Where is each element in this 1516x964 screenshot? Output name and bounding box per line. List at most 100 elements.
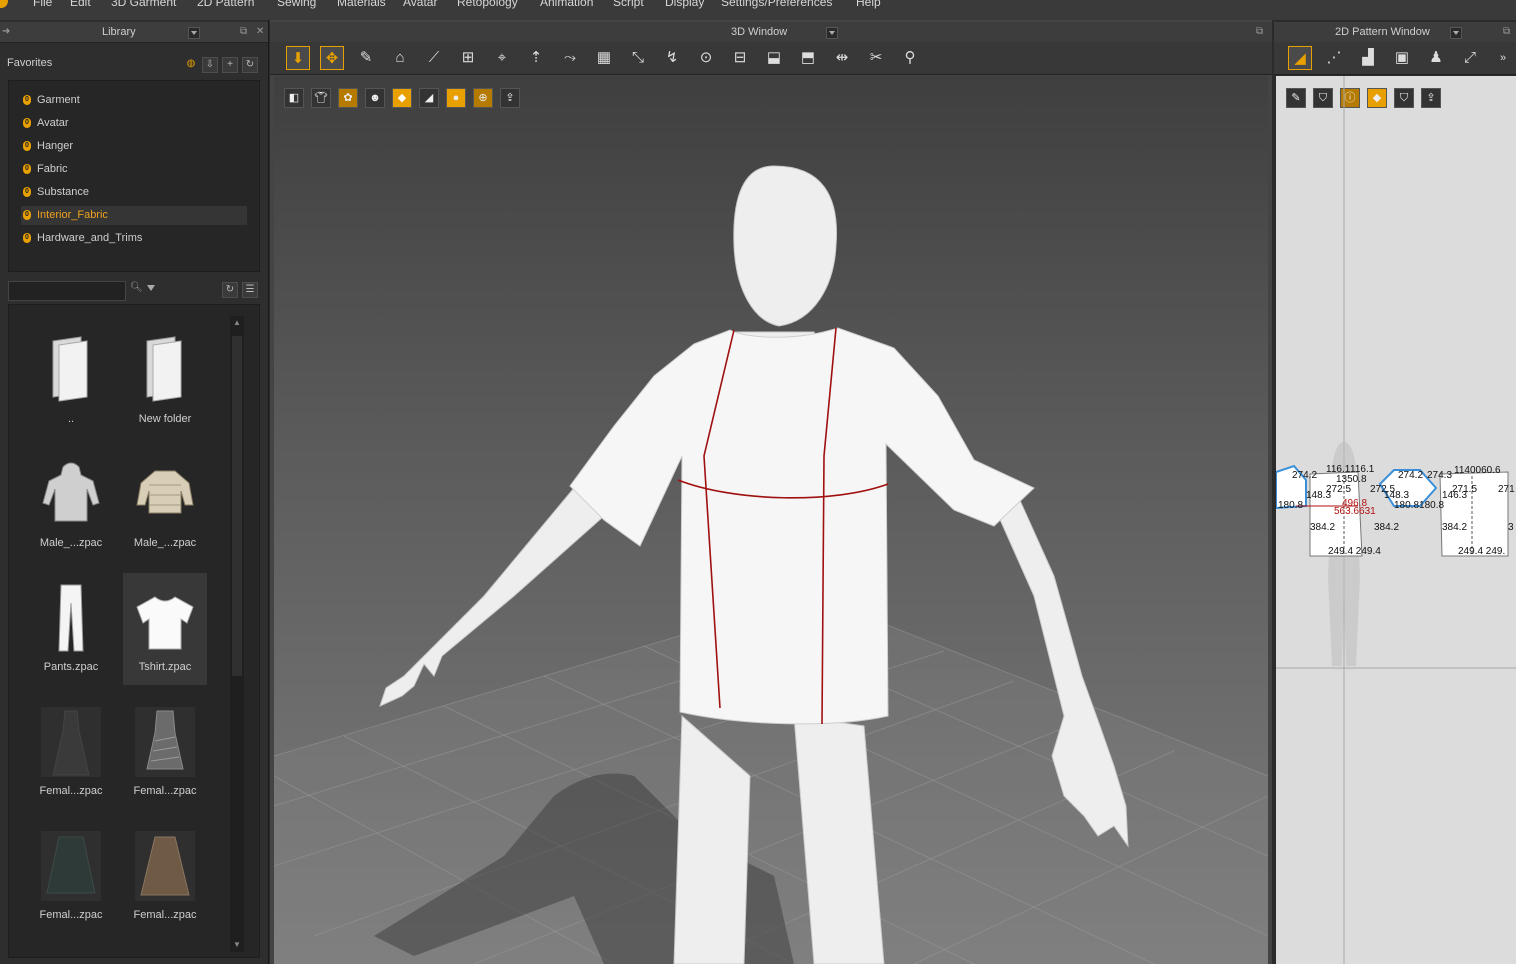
refresh-icon[interactable]: ↻ xyxy=(222,282,238,298)
tool-2d-shrink-icon[interactable]: ⤢ xyxy=(1458,46,1482,70)
tshirt-icon xyxy=(136,596,194,650)
measurement-label: 146.3 xyxy=(1442,490,1468,501)
favorite-item-interior-fabric[interactable]: 0 Interior_Fabric xyxy=(21,206,247,225)
add-icon[interactable]: + xyxy=(222,57,238,73)
library-item-parent-folder[interactable]: .. xyxy=(29,325,113,437)
tool-cut-icon[interactable]: ✂ xyxy=(864,46,888,70)
library-item-caption: Femal...zpac xyxy=(39,785,103,797)
menu-settings-preferences[interactable]: Settings/Preferences xyxy=(721,0,832,9)
favorite-item-fabric[interactable]: 0 Fabric xyxy=(21,160,247,179)
tool-select-move-icon[interactable]: ⬇ xyxy=(286,46,310,70)
measurement-label: 274.2 xyxy=(1398,470,1424,481)
refresh-icon[interactable]: ↻ xyxy=(242,57,258,73)
tool-punch-icon[interactable]: ↯ xyxy=(660,46,684,70)
menu-help[interactable]: Help xyxy=(856,0,881,9)
scroll-down-icon[interactable]: ▼ xyxy=(232,940,242,950)
search-dropdown-icon[interactable] xyxy=(147,285,155,291)
menu-3d-garment[interactable]: 3D Garment xyxy=(111,0,176,9)
tool-tack-icon[interactable]: ⇡ xyxy=(524,46,548,70)
expand-icon[interactable]: » xyxy=(1496,46,1510,70)
menu-script[interactable]: Script xyxy=(613,0,644,9)
menu-bar: File Edit 3D Garment 2D Pattern Sewing M… xyxy=(0,0,1516,20)
tool-measure-icon[interactable]: ⊟ xyxy=(728,46,752,70)
tool-2d-trace-icon[interactable]: ♟ xyxy=(1424,46,1448,70)
favorite-toggle-icon[interactable]: ◍ xyxy=(184,57,198,71)
3d-window-dropdown[interactable] xyxy=(826,27,838,39)
measurement-label: 180.8180.8 xyxy=(1394,500,1445,511)
library-dropdown[interactable] xyxy=(188,27,200,39)
tool-fit-icon[interactable]: ⚲ xyxy=(898,46,922,70)
menu-edit[interactable]: Edit xyxy=(70,0,91,9)
2d-toolbar: ◢ ⋰ ▟ ▣ ♟ ⤢ » xyxy=(1274,42,1516,75)
favorite-item-avatar[interactable]: 0 Avatar xyxy=(21,114,247,133)
favorite-icon: 0 xyxy=(23,141,31,151)
tool-fold-icon[interactable]: ⊞ xyxy=(456,46,480,70)
list-view-icon[interactable]: ☰ xyxy=(242,282,258,298)
tool-button-icon[interactable]: ⬒ xyxy=(796,46,820,70)
menu-sewing[interactable]: Sewing xyxy=(277,0,316,9)
library-item-female-skirt-dark[interactable]: Femal...zpac xyxy=(29,821,113,933)
library-item-male-hoodie[interactable]: Male_...zpac xyxy=(29,449,113,561)
library-item-caption: Male_...zpac xyxy=(133,537,197,549)
menu-animation[interactable]: Animation xyxy=(540,0,593,9)
undock-icon[interactable]: ⧉ xyxy=(240,26,247,37)
library-item-tshirt[interactable]: Tshirt.zpac xyxy=(123,573,207,685)
tool-simulate-icon[interactable]: ⌂ xyxy=(388,46,412,70)
favorite-icon: 0 xyxy=(23,164,31,174)
2d-pattern-canvas[interactable]: ✎ ⛉ ⓘ ◆ ⛉ ⇪ 274.2 116.1 116.1 1350.8 274… xyxy=(1276,76,1516,964)
3d-toolbar: ⬇ ✥ ✎ ⌂ ⟋ ⊞ ⌖ ⇡ ⤳ ▦ ⤡ ↯ ⊙ ⊟ ⬓ ⬒ ⇹ ✂ ⚲ xyxy=(270,42,1272,75)
tool-gather-icon[interactable]: ⊙ xyxy=(694,46,718,70)
2d-window-header: 2D Pattern Window ⧉ xyxy=(1274,22,1516,43)
library-item-female-skirt-brown[interactable]: Femal...zpac xyxy=(123,821,207,933)
favorite-item-substance[interactable]: 0 Substance xyxy=(21,183,247,202)
scroll-thumb[interactable] xyxy=(232,336,242,676)
measurement-label: 384.2 xyxy=(1442,522,1468,533)
tool-2d-edit-pattern-icon[interactable]: ▟ xyxy=(1356,46,1380,70)
tool-2d-transform-icon[interactable]: ⋰ xyxy=(1322,46,1346,70)
tool-zipper-icon[interactable]: ⇹ xyxy=(830,46,854,70)
library-search-input[interactable] xyxy=(8,281,126,301)
undock-icon[interactable]: ⧉ xyxy=(1256,26,1263,37)
library-item-female-dress-pattern[interactable]: Femal...zpac xyxy=(123,697,207,809)
menu-display[interactable]: Display xyxy=(665,0,704,9)
2d-window-dropdown[interactable] xyxy=(1450,27,1462,39)
menu-avatar[interactable]: Avatar xyxy=(403,0,437,9)
app-logo-icon xyxy=(0,0,8,8)
menu-retopology[interactable]: Retopology xyxy=(457,0,518,9)
search-icon[interactable]: 🔍︎ xyxy=(130,282,143,293)
library-item-male-jacket[interactable]: Male_...zpac xyxy=(123,449,207,561)
folder-icon xyxy=(146,336,182,402)
library-item-new-folder[interactable]: New folder xyxy=(123,325,207,437)
menu-materials[interactable]: Materials xyxy=(337,0,386,9)
favorite-item-hanger[interactable]: 0 Hanger xyxy=(21,137,247,156)
tool-2d-cut-icon[interactable]: ▣ xyxy=(1390,46,1414,70)
library-item-female-dress-dark[interactable]: Femal...zpac xyxy=(29,697,113,809)
measurement-label: 180.8 xyxy=(1278,500,1304,511)
tool-arrange-icon[interactable]: ⤳ xyxy=(558,46,582,70)
tool-iron-icon[interactable]: ⤡ xyxy=(626,46,650,70)
import-icon[interactable]: ⇩ xyxy=(202,57,218,73)
panel-arrow-icon[interactable]: ➜ xyxy=(2,26,10,37)
tool-strap-icon[interactable]: ⬓ xyxy=(762,46,786,70)
menu-2d-pattern[interactable]: 2D Pattern xyxy=(197,0,254,9)
measurement-label: 563.6631 xyxy=(1334,506,1376,517)
tool-edit-pattern-icon[interactable]: ✎ xyxy=(354,46,378,70)
tool-segment-icon[interactable]: ⟋ xyxy=(422,46,446,70)
scroll-up-icon[interactable]: ▲ xyxy=(232,318,242,328)
tool-pin-icon[interactable]: ⌖ xyxy=(490,46,514,70)
tool-2d-select-icon[interactable]: ◢ xyxy=(1288,46,1312,70)
measurement-label: 274.2 xyxy=(1292,470,1318,481)
3d-viewport[interactable]: ◧ 👕︎ ✿ ☻ ◆ ◢ ● ⊕ ⇪ xyxy=(274,76,1268,964)
favorite-item-hardware-and-trims[interactable]: 0 Hardware_and_Trims xyxy=(21,229,247,248)
measurement-label: 384.2 xyxy=(1374,522,1400,533)
tool-grid-icon[interactable]: ▦ xyxy=(592,46,616,70)
library-item-pants[interactable]: Pants.zpac xyxy=(29,573,113,685)
undock-icon[interactable]: ⧉ xyxy=(1503,26,1510,37)
library-scrollbar[interactable]: ▲ ▼ xyxy=(230,316,244,952)
library-item-caption: Tshirt.zpac xyxy=(138,661,192,673)
tool-transform-icon[interactable]: ✥ xyxy=(320,46,344,70)
favorite-item-garment[interactable]: 0 Garment xyxy=(21,91,247,110)
3d-window-title: 3D Window xyxy=(731,26,788,38)
close-icon[interactable]: ✕ xyxy=(256,26,264,37)
menu-file[interactable]: File xyxy=(33,0,52,9)
